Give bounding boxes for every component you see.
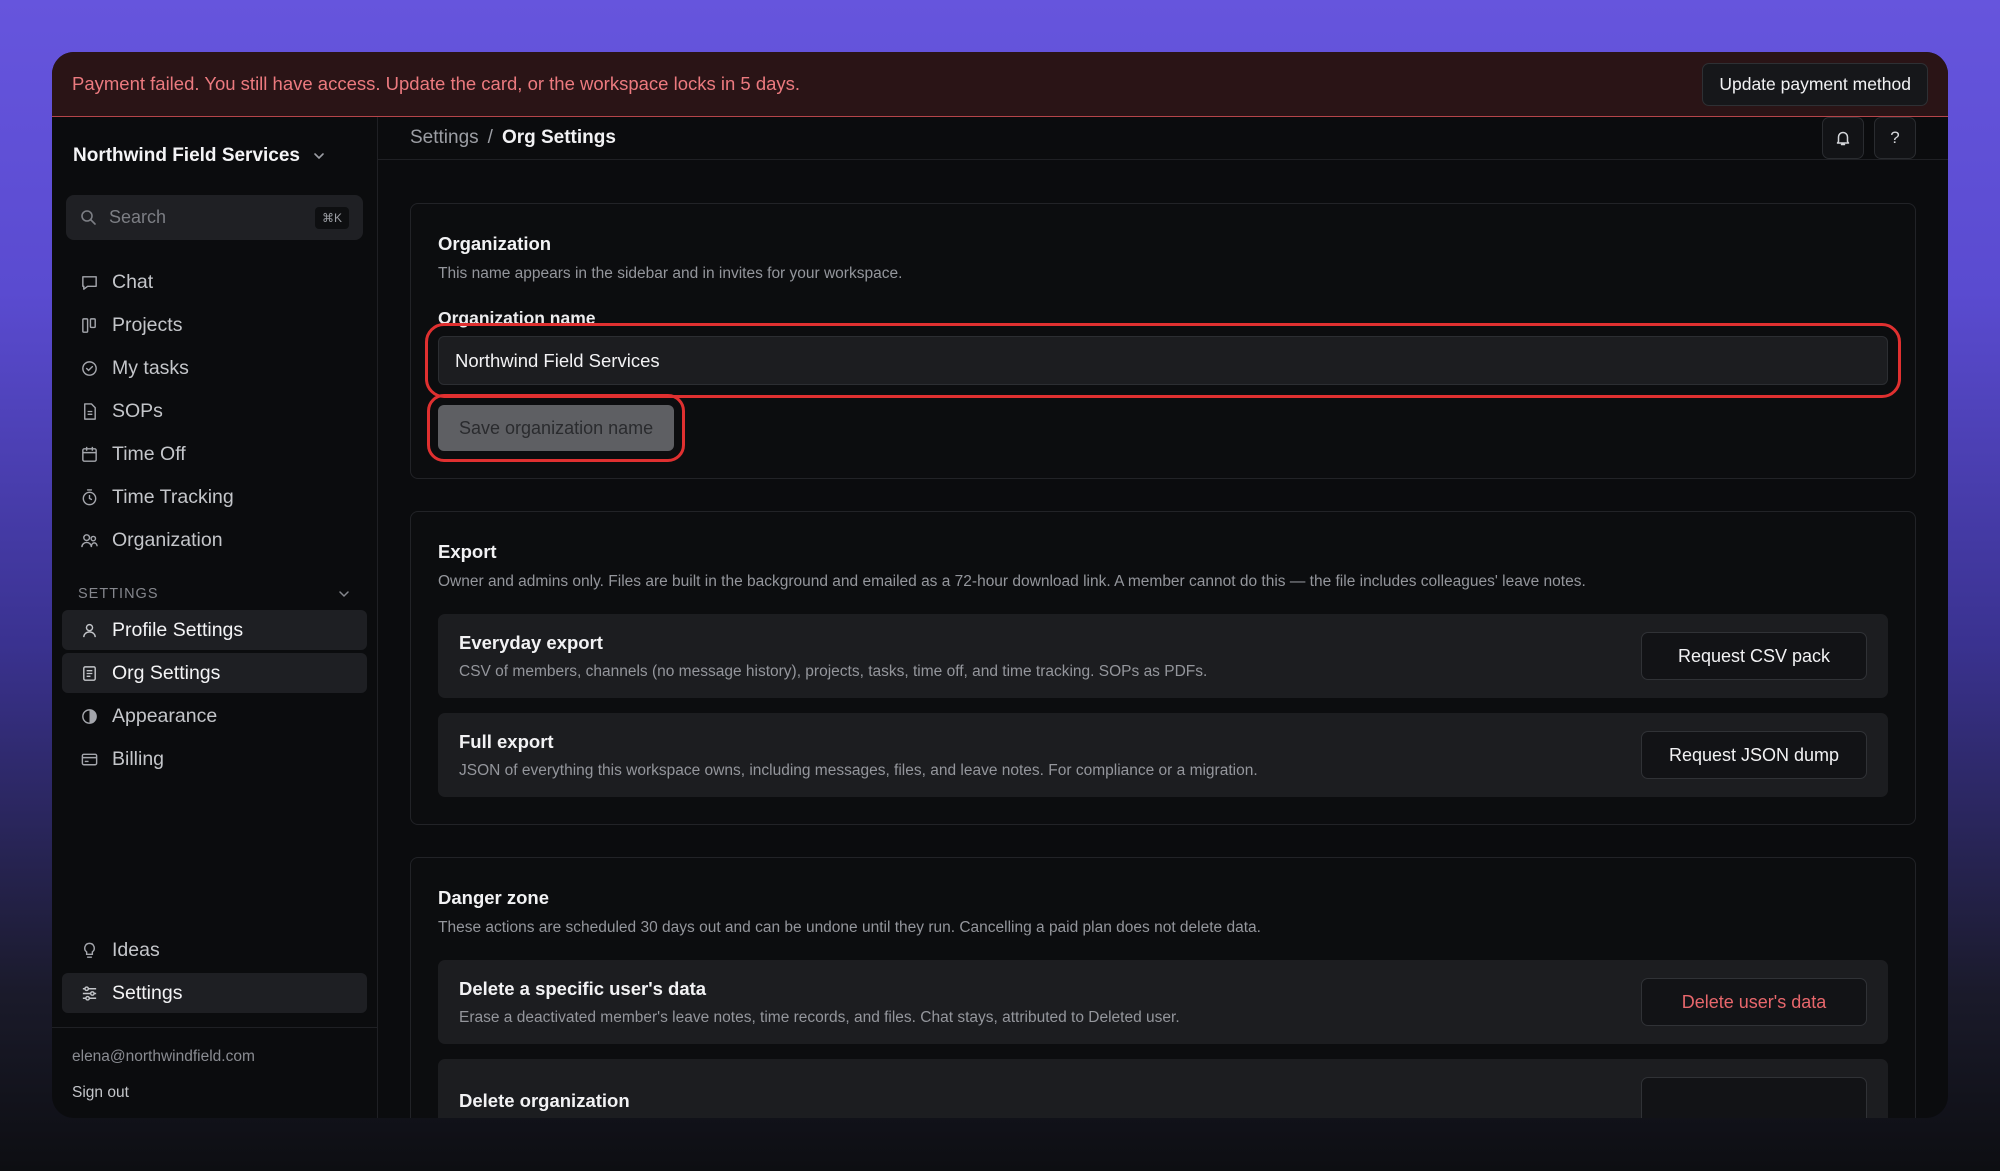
organization-name-label: Organization name: [438, 308, 596, 328]
bell-icon: [1836, 131, 1850, 146]
breadcrumb-separator: /: [487, 127, 493, 148]
org-switcher[interactable]: Northwind Field Services: [62, 117, 367, 195]
card-icon: [81, 753, 98, 765]
sidebar-item-time-off[interactable]: Time Off: [62, 434, 367, 474]
chevron-down-icon: [339, 591, 349, 598]
search-input[interactable]: Search ⌘K: [66, 195, 363, 240]
sidebar-item-appearance[interactable]: Appearance: [62, 696, 367, 736]
danger-zone-description: These actions are scheduled 30 days out …: [438, 919, 1261, 936]
breadcrumb-settings-link[interactable]: Settings: [410, 127, 479, 149]
export-card: Export Owner and admins only. Files are …: [410, 511, 1916, 825]
everyday-export-row: Everyday export CSV of members, channels…: [438, 614, 1888, 698]
breadcrumb: Settings / Org Settings: [410, 127, 616, 149]
account-footer: elena@northwindfield.com Sign out: [52, 1027, 377, 1118]
bottom-nav: Ideas Settings: [62, 930, 367, 1013]
calendar-icon: [82, 446, 97, 462]
banner-message: Payment failed. You still have access. U…: [72, 73, 801, 94]
main-nav: Chat Projects My tasks SOPs Time Off Tim…: [62, 262, 367, 560]
sidebar: Northwind Field Services Search ⌘K Chat …: [52, 117, 378, 1118]
settings-content: Organization This name appears in the si…: [378, 160, 1948, 1118]
sidebar-item-projects[interactable]: Projects: [62, 305, 367, 345]
sliders-icon: [82, 985, 97, 1001]
document-icon: [84, 402, 96, 420]
delete-user-data-description: Erase a deactivated member's leave notes…: [459, 1008, 1180, 1026]
request-csv-pack-button[interactable]: Request CSV pack: [1641, 632, 1867, 680]
delete-organization-row: Delete organization: [438, 1059, 1888, 1118]
update-payment-method-button[interactable]: Update payment method: [1702, 62, 1928, 106]
export-card-description: Owner and admins only. Files are built i…: [438, 573, 1586, 590]
organization-card-title: Organization: [438, 233, 552, 254]
topbar: Settings / Org Settings ?: [378, 117, 1948, 160]
delete-user-data-title: Delete a specific user's data: [459, 977, 707, 999]
sidebar-item-my-tasks[interactable]: My tasks: [62, 348, 367, 388]
search-icon: [81, 210, 96, 225]
user-email: elena@northwindfield.com: [72, 1048, 255, 1065]
chevron-down-icon: [314, 153, 324, 160]
delete-user-data-row: Delete a specific user's data Erase a de…: [438, 960, 1888, 1044]
sidebar-item-time-tracking[interactable]: Time Tracking: [62, 477, 367, 517]
user-icon: [83, 623, 96, 637]
delete-users-data-button[interactable]: Delete user's data: [1641, 978, 1867, 1026]
sidebar-item-sops[interactable]: SOPs: [62, 391, 367, 431]
sidebar-item-profile-settings[interactable]: Profile Settings: [62, 610, 367, 650]
check-circle-icon: [82, 360, 97, 376]
request-json-dump-button[interactable]: Request JSON dump: [1641, 731, 1867, 779]
export-card-title: Export: [438, 541, 497, 562]
full-export-title: Full export: [459, 730, 554, 752]
sign-out-link[interactable]: Sign out: [72, 1084, 357, 1102]
app-window: Payment failed. You still have access. U…: [52, 52, 1948, 1118]
organization-card-description: This name appears in the sidebar and in …: [438, 265, 903, 282]
organization-name-input[interactable]: [425, 323, 1901, 398]
settings-nav: Profile Settings Org Settings Appearance…: [62, 610, 367, 779]
chat-icon: [82, 275, 97, 290]
contrast-icon: [82, 708, 97, 724]
full-export-row: Full export JSON of everything this work…: [438, 713, 1888, 797]
payment-failed-banner: Payment failed. You still have access. U…: [52, 52, 1948, 117]
everyday-export-title: Everyday export: [459, 631, 603, 653]
kanban-icon: [82, 317, 96, 333]
danger-zone-card: Danger zone These actions are scheduled …: [410, 857, 1916, 1118]
sidebar-item-settings[interactable]: Settings: [62, 973, 367, 1013]
search-shortcut-badge: ⌘K: [314, 206, 349, 229]
people-icon: [81, 533, 98, 547]
save-organization-name-button[interactable]: Save organization name: [426, 394, 686, 462]
delete-organization-title: Delete organization: [459, 1090, 630, 1111]
full-export-description: JSON of everything this workspace owns, …: [459, 761, 1258, 779]
search-placeholder: Search: [109, 207, 167, 227]
notifications-button[interactable]: [1822, 117, 1864, 159]
organization-card: Organization This name appears in the si…: [410, 203, 1916, 479]
sidebar-item-ideas[interactable]: Ideas: [62, 930, 367, 970]
everyday-export-description: CSV of members, channels (no message his…: [459, 662, 1208, 680]
sidebar-item-billing[interactable]: Billing: [62, 739, 367, 779]
stopwatch-icon: [82, 488, 97, 505]
sidebar-item-org-settings[interactable]: Org Settings: [62, 653, 367, 693]
breadcrumb-current: Org Settings: [501, 127, 616, 148]
delete-organization-button[interactable]: [1641, 1077, 1867, 1118]
lightbulb-icon: [84, 942, 95, 958]
sidebar-item-organization[interactable]: Organization: [62, 520, 367, 560]
danger-zone-title: Danger zone: [438, 887, 550, 908]
main-panel: Settings / Org Settings ? Organization T…: [378, 117, 1948, 1118]
sidebar-item-chat[interactable]: Chat: [62, 262, 367, 302]
settings-section-toggle[interactable]: SETTINGS: [62, 586, 367, 602]
org-name: Northwind Field Services: [73, 145, 300, 166]
org-doc-icon: [83, 665, 96, 681]
help-button[interactable]: ?: [1874, 117, 1916, 159]
